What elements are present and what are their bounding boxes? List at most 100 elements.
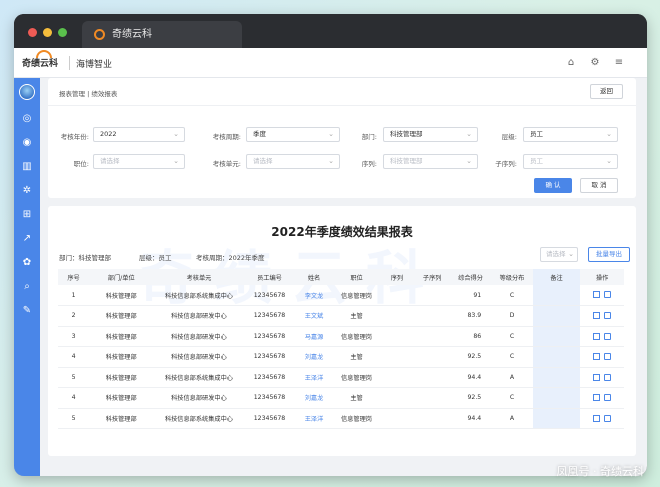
cell-actions — [580, 367, 624, 388]
title-bar: 奇绩云科 — [14, 14, 647, 48]
column-header[interactable]: 部门/单位 — [89, 269, 154, 285]
column-header[interactable]: 姓名 — [294, 269, 334, 285]
column-header[interactable]: 备注 — [532, 269, 581, 285]
cell-name[interactable]: 王文斌 — [294, 305, 334, 327]
cell-no: 3 — [58, 326, 90, 347]
view-icon[interactable] — [593, 353, 601, 360]
table-row[interactable]: 1 科技管理部 科技信息部系统集成中心 12345678 李文龙 信息管理岗 91 C — [58, 285, 624, 306]
report-filter-placeholder: 请选择 — [546, 250, 566, 258]
column-header[interactable]: 职位 — [333, 269, 380, 285]
cell-id: 12345678 — [244, 387, 295, 409]
table-row[interactable]: 5 科技管理部 科技信息部系统集成中心 12345678 王泽洋 信息管理岗 94.4 A — [58, 367, 624, 388]
cell-seq — [379, 387, 415, 409]
report-filter-select[interactable]: 请选择 ⌄ — [540, 247, 578, 262]
chevron-down-icon: ⌄ — [606, 157, 612, 165]
cell-unit: 科技信息部研发中心 — [153, 346, 245, 368]
report-icon[interactable]: ⌕ — [21, 280, 33, 292]
logo[interactable]: 奇绩云科 — [22, 50, 58, 69]
cell-id: 12345678 — [244, 326, 295, 347]
cell-dept: 科技管理部 — [89, 285, 154, 306]
table-row[interactable]: 2 科技管理部 科技信息部研发中心 12345678 王文斌 主管 83.9 D — [58, 305, 624, 327]
home-icon[interactable]: ⌂ — [565, 56, 577, 68]
cell-score: 86 — [449, 326, 492, 347]
user-profile-icon[interactable]: ◉ — [21, 136, 33, 148]
network-icon[interactable]: ✲ — [21, 184, 33, 196]
close-window-button[interactable] — [28, 28, 37, 37]
user-circle-icon[interactable]: ◎ — [21, 112, 33, 124]
batch-export-button[interactable]: 批量导出 — [588, 247, 630, 262]
department-select-value: 科技管理部 — [390, 130, 423, 138]
sequence-select[interactable]: 科技管理部 ⌄ — [383, 154, 478, 169]
bar-chart-icon[interactable]: ▥ — [21, 160, 33, 172]
browser-tab[interactable]: 奇绩云科 — [82, 21, 242, 48]
source-caption: 凤凰号 · 奇绩云科 — [556, 465, 645, 478]
maximize-window-button[interactable] — [58, 28, 67, 37]
table-row[interactable]: 3 科技管理部 科技信息部研发中心 12345678 马嘉源 信息管理岗 86 C — [58, 326, 624, 347]
edit-icon[interactable] — [604, 373, 612, 381]
cell-actions — [580, 285, 624, 306]
avatar[interactable] — [19, 84, 35, 100]
period-select[interactable]: 季度 ⌄ — [246, 127, 340, 142]
table-row[interactable]: 5 科技管理部 科技信息部系统集成中心 12345678 王泽洋 信息管理岗 94.4 A — [58, 408, 624, 429]
edit-icon[interactable] — [604, 414, 612, 422]
column-header[interactable]: 序号 — [58, 269, 90, 285]
cell-id: 12345678 — [244, 305, 295, 327]
edit-icon[interactable]: ✎ — [21, 304, 33, 316]
view-icon[interactable] — [593, 332, 601, 340]
menu-icon[interactable]: ≡ — [613, 56, 625, 68]
cancel-button[interactable]: 取 消 — [580, 178, 618, 193]
confirm-button[interactable]: 确 认 — [534, 178, 572, 193]
gear-icon[interactable]: ⚙ — [589, 56, 601, 68]
subsequence-select[interactable]: 员工 ⌄ — [523, 154, 618, 169]
column-header[interactable]: 序列 — [379, 269, 415, 285]
cell-id: 12345678 — [244, 367, 295, 388]
cell-name[interactable]: 刘嘉龙 — [294, 346, 334, 368]
table-header-row: 序号 部门/单位 考核单元 员工编号 姓名 职位 序列 子序列 综合得分 等级分… — [58, 269, 624, 285]
cell-actions — [580, 408, 624, 429]
minimize-window-button[interactable] — [43, 28, 52, 37]
cell-subseq — [414, 408, 450, 429]
edit-icon[interactable] — [604, 312, 612, 319]
cell-name[interactable]: 王泽洋 — [294, 408, 334, 429]
column-header[interactable]: 员工编号 — [244, 269, 295, 285]
line-chart-icon[interactable]: ↗ — [21, 232, 33, 244]
settings-icon[interactable]: ✿ — [21, 256, 33, 268]
cell-name[interactable]: 李文龙 — [294, 285, 334, 306]
cell-subseq — [414, 346, 450, 368]
view-icon[interactable] — [593, 291, 601, 299]
position-select[interactable]: 请选择 ⌄ — [93, 154, 185, 169]
edit-icon[interactable] — [604, 353, 612, 360]
cell-name[interactable]: 王泽洋 — [294, 367, 334, 388]
edit-icon[interactable] — [604, 394, 612, 401]
table-row[interactable]: 4 科技管理部 科技信息部研发中心 12345678 刘嘉龙 主管 92.5 C — [58, 387, 624, 409]
cell-unit: 科技信息部系统集成中心 — [153, 367, 245, 388]
edit-icon[interactable] — [604, 332, 612, 340]
cell-position: 信息管理岗 — [333, 367, 380, 388]
column-header[interactable]: 综合得分 — [449, 269, 492, 285]
view-icon[interactable] — [593, 394, 601, 401]
cell-subseq — [414, 367, 450, 388]
chevron-down-icon: ⌄ — [568, 250, 574, 258]
org-chart-icon[interactable]: ⊞ — [21, 208, 33, 220]
view-icon[interactable] — [593, 414, 601, 422]
unit-select[interactable]: 请选择 ⌄ — [246, 154, 340, 169]
cell-subseq — [414, 305, 450, 327]
column-header[interactable]: 子序列 — [414, 269, 450, 285]
department-select[interactable]: 科技管理部 ⌄ — [383, 127, 478, 142]
year-select[interactable]: 2022 ⌄ — [93, 127, 185, 142]
edit-icon[interactable] — [604, 291, 612, 299]
column-header[interactable]: 考核单元 — [153, 269, 245, 285]
view-icon[interactable] — [593, 312, 601, 319]
back-button[interactable]: 返回 — [590, 84, 623, 99]
top-icons: ⌂ ⚙ ≡ — [565, 56, 625, 68]
cell-no: 1 — [58, 285, 90, 306]
cell-dept: 科技管理部 — [89, 387, 154, 409]
level-select[interactable]: 员工 ⌄ — [523, 127, 618, 142]
column-header[interactable]: 等级分布 — [491, 269, 533, 285]
table-row[interactable]: 4 科技管理部 科技信息部研发中心 12345678 刘嘉龙 主管 92.5 C — [58, 346, 624, 368]
cell-name[interactable]: 刘嘉龙 — [294, 387, 334, 409]
view-icon[interactable] — [593, 373, 601, 381]
sequence-select-placeholder: 科技管理部 — [390, 157, 423, 165]
cell-name[interactable]: 马嘉源 — [294, 326, 334, 347]
cell-grade: C — [491, 326, 533, 347]
